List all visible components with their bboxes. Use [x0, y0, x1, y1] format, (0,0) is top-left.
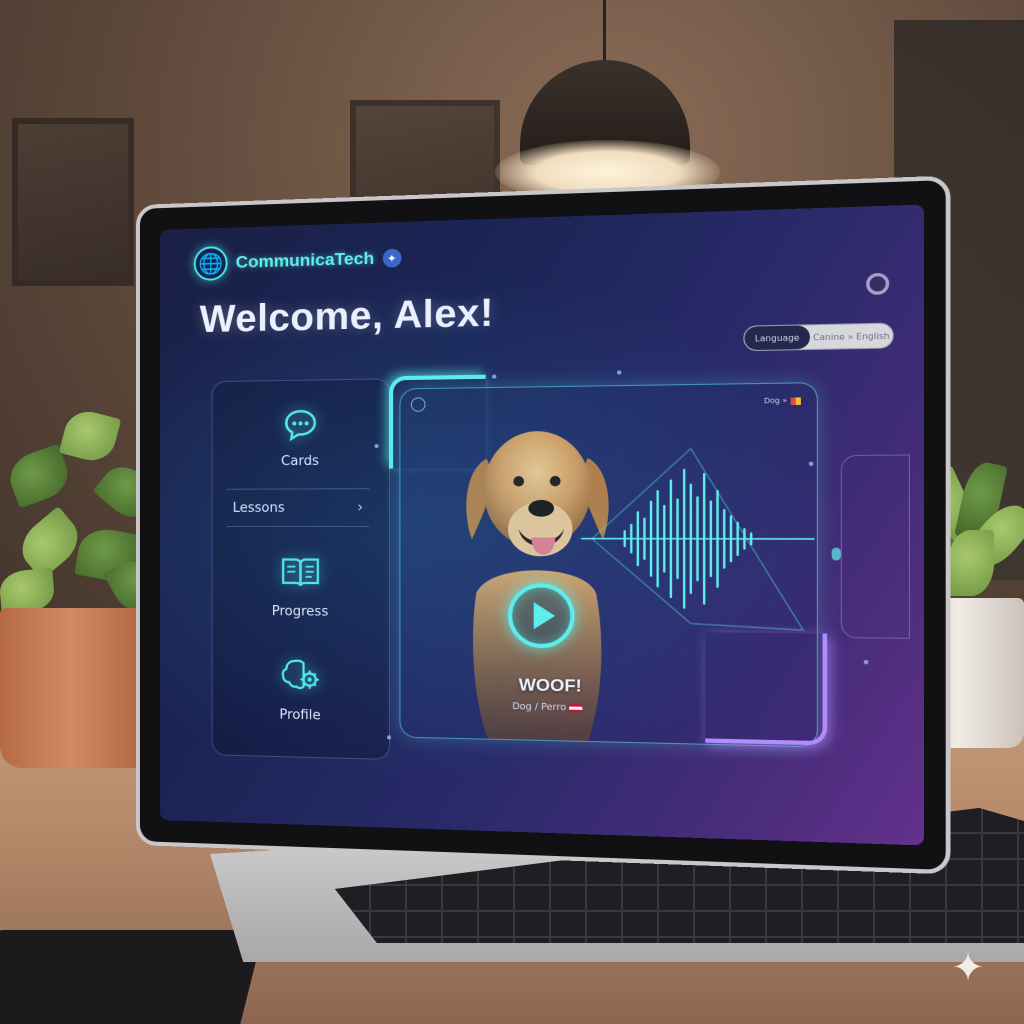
sparkle-dot: [863, 659, 869, 665]
settings-icon[interactable]: [866, 272, 890, 295]
card-menu-icon[interactable]: [410, 397, 426, 412]
sparkle-dot: [492, 374, 497, 379]
card-language-tag: Dog »: [764, 396, 801, 405]
language-selector[interactable]: Language Canine » English: [743, 322, 894, 352]
scroll-indicator: [831, 547, 841, 561]
next-card-peek[interactable]: [840, 454, 911, 639]
open-book-icon: [280, 551, 321, 592]
card-language-label: Dog »: [763, 396, 788, 406]
nav-item-lessons[interactable]: Lessons ›: [226, 488, 370, 528]
side-navigation: Cards Lessons › Progress Profile: [211, 378, 391, 760]
translation-label: Dog / Perro: [512, 701, 583, 714]
plant-pot: [0, 608, 158, 768]
flag-icon: [790, 396, 801, 405]
language-label: Language: [744, 325, 810, 351]
nav-item-progress[interactable]: Progress: [213, 551, 389, 620]
chevron-right-icon: ›: [357, 499, 364, 516]
chat-bubble-icon: [280, 405, 321, 446]
globe-icon: 🌐: [193, 245, 228, 282]
sparkle-dot: [808, 461, 814, 466]
globe-badge-icon: ✦: [382, 248, 402, 268]
wall-picture-frame: [12, 118, 134, 286]
nav-label-cards: Cards: [281, 453, 319, 470]
laptop-screen: 🌐 CommunicaTech ✦ Welcome, Alex! Languag…: [160, 204, 925, 846]
sparkle-dot: [617, 370, 622, 375]
flag-icon: [569, 703, 583, 713]
translation-text: Dog / Perro: [512, 701, 567, 714]
nav-item-cards[interactable]: Cards: [213, 404, 389, 470]
nav-label-lessons: Lessons: [232, 500, 285, 516]
brand[interactable]: 🌐 CommunicaTech ✦: [193, 240, 402, 282]
sparkle-dot: [374, 444, 379, 449]
brand-name: CommunicaTech: [235, 248, 375, 272]
sparkle-dot: [386, 735, 392, 740]
tablet-device: [0, 930, 264, 1024]
play-button[interactable]: [508, 583, 575, 649]
language-value: Canine » English: [813, 330, 890, 342]
word-label: WOOF!: [518, 674, 582, 696]
nav-label-profile: Profile: [279, 707, 321, 724]
card-glow-corner: [705, 632, 828, 746]
nav-label-progress: Progress: [271, 603, 329, 620]
nav-item-profile[interactable]: Profile: [213, 654, 389, 725]
sparkle-watermark-icon: ✦: [951, 945, 985, 991]
brain-gear-icon: [280, 655, 321, 696]
play-icon: [533, 602, 556, 630]
audio-waveform: [581, 437, 814, 641]
welcome-heading: Welcome, Alex!: [199, 291, 494, 342]
